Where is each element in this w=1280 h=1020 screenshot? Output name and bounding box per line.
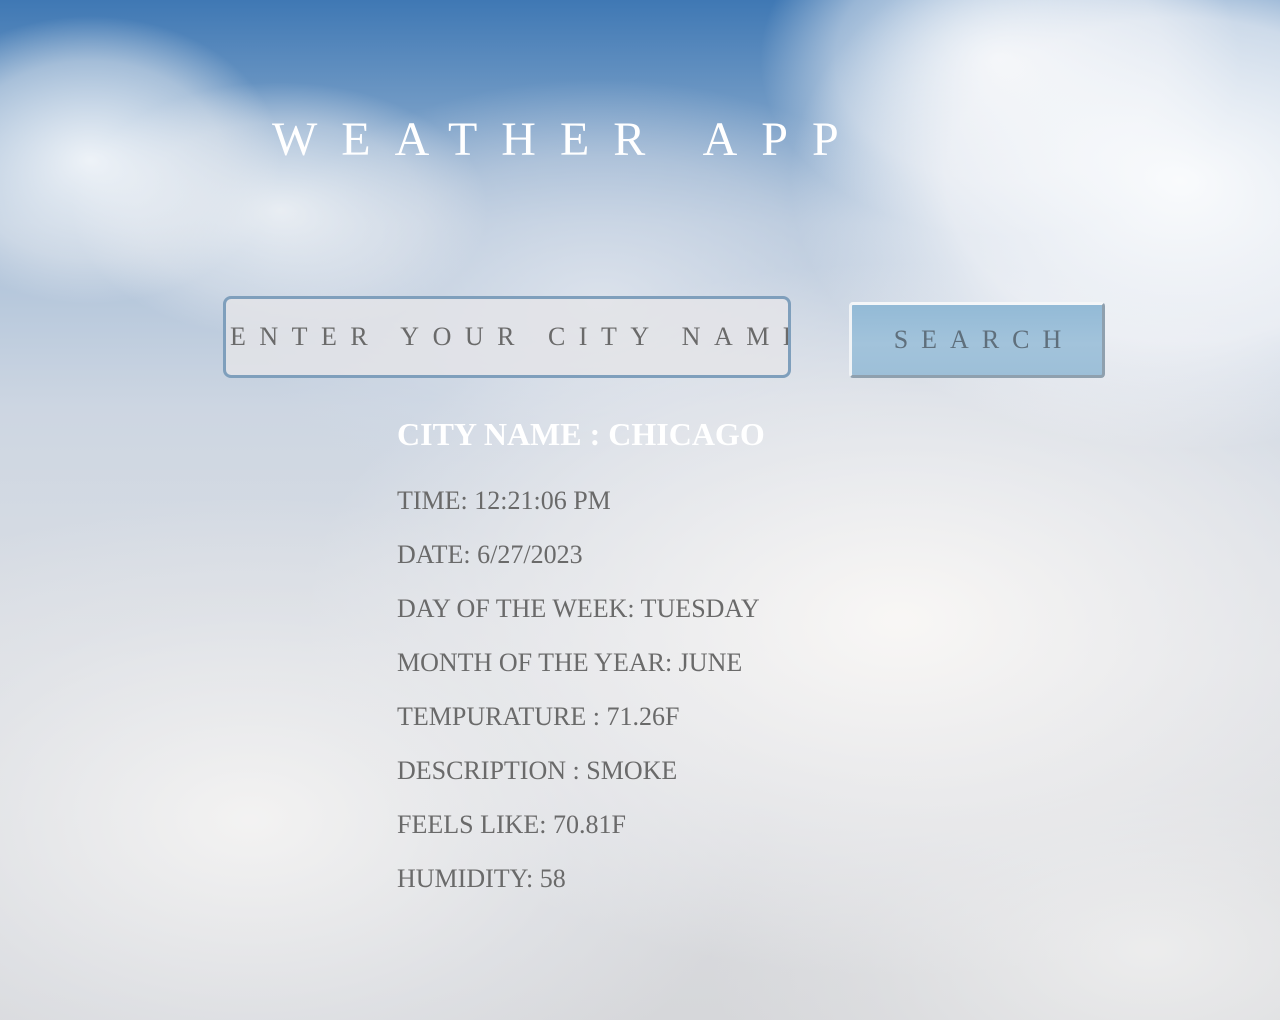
- feels-like-value: FEELS LIKE: 70.81F: [397, 810, 626, 839]
- humidity-value: HUMIDITY: 58: [397, 864, 566, 893]
- weather-results: CITY NAME : CHICAGO TIME: 12:21:06 PM DA…: [397, 410, 1097, 893]
- app-title: WEATHER APP: [272, 113, 863, 166]
- date-value: DATE: 6/27/2023: [397, 540, 583, 569]
- month-of-year-value: MONTH OF THE YEAR: JUNE: [397, 648, 743, 677]
- search-button[interactable]: SEARCH: [849, 302, 1105, 378]
- day-of-week-value: DAY OF THE WEEK: TUESDAY: [397, 594, 760, 623]
- weather-app-page: { "app": { "title": "WEATHER APP" }, "se…: [0, 0, 1280, 1020]
- city-search-input[interactable]: [223, 296, 791, 378]
- temperature-value: TEMPURATURE : 71.26F: [397, 702, 680, 731]
- weather-details-list: TIME: 12:21:06 PM DATE: 6/27/2023 DAY OF…: [397, 474, 760, 906]
- city-name-heading: CITY NAME : CHICAGO: [397, 416, 765, 452]
- time-value: TIME: 12:21:06 PM: [397, 486, 611, 515]
- description-value: DESCRIPTION : SMOKE: [397, 756, 678, 785]
